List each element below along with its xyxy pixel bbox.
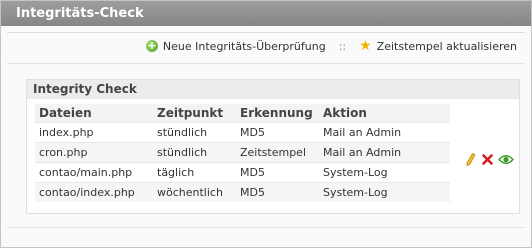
column-header-files: Dateien (35, 104, 153, 123)
integrity-check-panel: Integritäts-Check + Neue Integritäts-Übe… (0, 0, 532, 248)
cell-detection: Zeitstempel (236, 142, 319, 163)
panel-title: Integritäts-Check (1, 1, 531, 26)
column-header-time: Zeitpunkt (153, 104, 236, 123)
edit-icon (466, 153, 476, 166)
cell-action: Mail an Admin (319, 122, 450, 143)
column-header-detection: Erkennung (236, 104, 319, 123)
update-timestamp-link[interactable]: ★ Zeitstempel aktualisieren (359, 39, 517, 53)
cell-file: contao/main.php (35, 162, 153, 183)
divider (7, 32, 525, 33)
view-button[interactable] (498, 153, 514, 166)
table-row: contao/main.php täglich MD5 System-Log (35, 162, 450, 183)
cell-detection: MD5 (236, 162, 319, 183)
table-row: contao/index.php wöchentlich MD5 System-… (35, 182, 450, 202)
table-row: index.php stündlich MD5 Mail an Admin (35, 122, 450, 143)
divider (7, 63, 525, 64)
cell-action: System-Log (319, 162, 450, 183)
box-title: Integrity Check (27, 80, 519, 99)
add-icon: + (145, 39, 158, 52)
cell-time: wöchentlich (153, 182, 236, 202)
edit-button[interactable] (464, 153, 477, 166)
table-row: cron.php stündlich Zeitstempel Mail an A… (35, 142, 450, 163)
divider (7, 227, 525, 228)
new-check-label: Neue Integritäts-Überprüfung (162, 39, 326, 53)
cell-action: System-Log (319, 182, 450, 202)
timestamp-label: Zeitstempel aktualisieren (376, 39, 517, 53)
delete-button[interactable] (481, 153, 494, 166)
star-icon: ★ (359, 38, 372, 54)
row-actions (464, 153, 514, 166)
toolbar: + Neue Integritäts-Überprüfung :: ★ Zeit… (145, 38, 517, 54)
integrity-table: Dateien Zeitpunkt Erkennung Aktion index… (35, 104, 450, 202)
cell-action: Mail an Admin (319, 142, 450, 163)
column-header-action: Aktion (319, 104, 450, 123)
new-check-link[interactable]: + Neue Integritäts-Überprüfung (145, 39, 326, 53)
view-icon (498, 155, 514, 164)
cell-time: täglich (153, 162, 236, 183)
delete-icon (482, 154, 493, 165)
integrity-check-box: Integrity Check Dateien Zeitpunkt Erkenn… (26, 79, 520, 214)
cell-time: stündlich (153, 142, 236, 163)
cell-file: index.php (35, 122, 153, 143)
cell-file: cron.php (35, 142, 153, 163)
cell-detection: MD5 (236, 182, 319, 202)
cell-file: contao/index.php (35, 182, 153, 202)
cell-detection: MD5 (236, 122, 319, 143)
cell-time: stündlich (153, 122, 236, 143)
toolbar-separator: :: (338, 39, 347, 53)
table-header-row: Dateien Zeitpunkt Erkennung Aktion (35, 104, 450, 123)
